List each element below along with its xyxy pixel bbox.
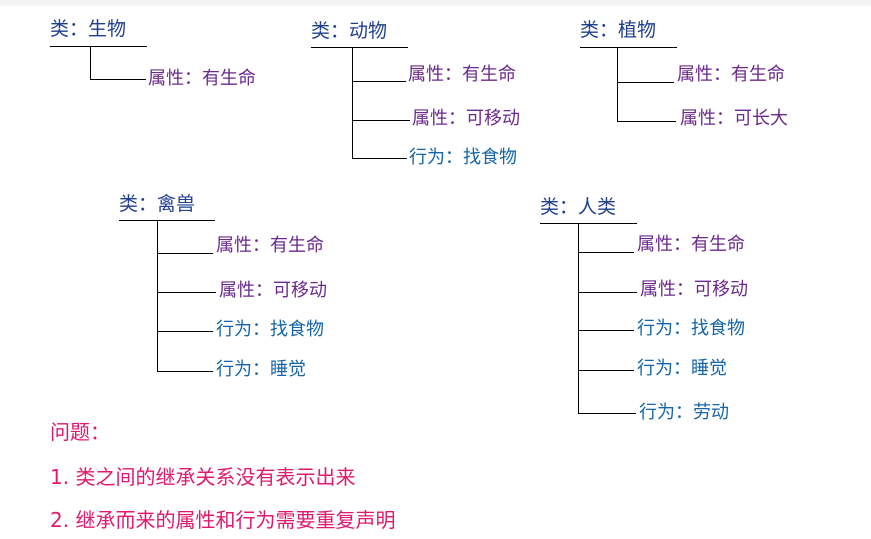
tree-branch [578,330,634,331]
tree-branch [157,253,213,254]
tree-branch [352,158,407,159]
tree-trunk [90,46,91,80]
attribute-label: 属性：有生命 [216,235,324,256]
tree-branch [578,370,634,371]
class-title: 类：人类 [540,196,617,218]
tree-branch [617,121,676,122]
class-underline [119,220,215,221]
behavior-label: 行为：找食物 [409,147,517,168]
class-underline [540,223,637,224]
tree-trunk [157,220,158,372]
tree-branch [157,371,213,372]
tree-branch [617,82,674,83]
tree-branch [157,292,216,293]
attribute-label: 属性：可长大 [680,108,788,129]
class-underline [580,47,677,48]
attribute-label: 属性：有生命 [677,64,785,85]
tree-trunk [617,47,618,122]
attribute-label: 属性：有生命 [408,64,516,85]
attribute-label: 属性：有生命 [637,234,745,255]
class-underline [311,47,408,48]
questions-heading: 问题： [50,420,110,444]
tree-branch [90,79,146,80]
behavior-label: 行为：劳动 [639,402,729,423]
question-item: 2. 继承而来的属性和行为需要重复声明 [50,508,396,532]
class-underline [50,46,147,47]
tree-branch [578,292,637,293]
tree-branch [352,120,410,121]
class-title: 类：生物 [50,18,127,40]
behavior-label: 行为：睡觉 [637,358,727,379]
tree-trunk [352,47,353,159]
tree-branch [157,331,213,332]
attribute-label: 属性：有生命 [148,68,256,89]
top-band [0,0,871,6]
tree-branch [578,252,634,253]
question-item: 1. 类之间的继承关系没有表示出来 [50,465,356,489]
class-title: 类：植物 [580,19,657,41]
behavior-label: 行为：睡觉 [216,359,306,380]
tree-branch [578,413,636,414]
attribute-label: 属性：可移动 [219,280,327,301]
tree-branch [352,81,406,82]
attribute-label: 属性：可移动 [640,279,748,300]
class-title: 类：禽兽 [119,193,196,215]
behavior-label: 行为：找食物 [216,319,324,340]
attribute-label: 属性：可移动 [412,108,520,129]
behavior-label: 行为：找食物 [637,318,745,339]
class-title: 类：动物 [311,20,388,42]
